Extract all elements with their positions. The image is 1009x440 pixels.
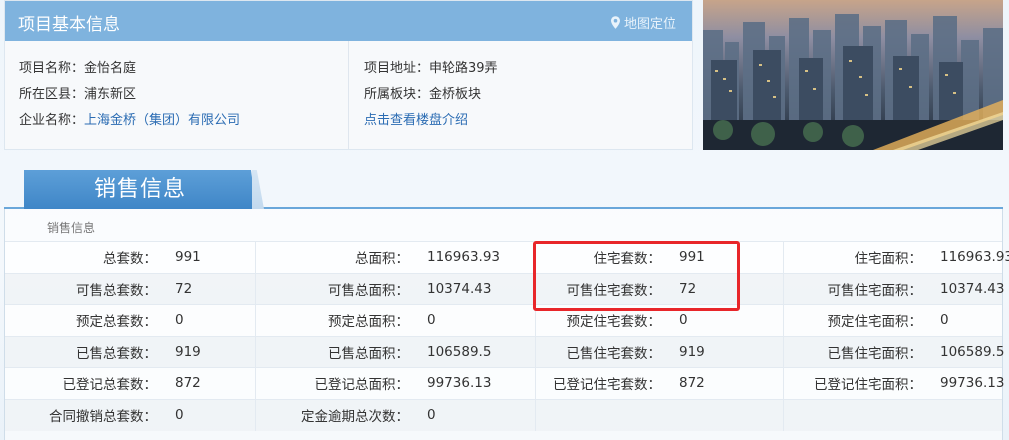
- map-pin-icon: [610, 16, 620, 29]
- cell-value: 116963.93: [940, 249, 1009, 266]
- project-info-title: 项目基本信息: [18, 15, 120, 35]
- address-value: 申轮路39弄: [429, 61, 498, 76]
- cell-label: 预定总套数：: [76, 314, 157, 331]
- cell-value: 991: [157, 241, 256, 273]
- cell-value: 0: [940, 312, 949, 329]
- cell-label: 预定住宅面积：: [827, 314, 923, 331]
- address-row: 项目地址：申轮路39弄: [364, 59, 498, 79]
- cell-value: 99736.13: [409, 367, 536, 399]
- cell-value: [922, 399, 1002, 431]
- cell-label: 总套数：: [103, 251, 157, 268]
- cell-value: 10374.43: [409, 273, 536, 305]
- city-skyline-image: [703, 0, 1003, 150]
- cell-label: 合同撤销总套数：: [49, 409, 157, 425]
- district-value: 浦东新区: [84, 87, 137, 102]
- cell-label: 可售总套数：: [76, 282, 157, 299]
- project-info-body: 项目名称：金怡名庭 所在区县：浦东新区 企业名称：上海金桥（集团）有限公司 项目…: [5, 41, 692, 149]
- tab-sales-info[interactable]: 销售信息: [24, 170, 256, 209]
- project-name-value: 金怡名庭: [84, 61, 137, 76]
- project-intro-row: 点击查看楼盘介绍: [364, 111, 468, 131]
- district-label: 所在区县：: [19, 87, 85, 102]
- sales-tab-strip: 销售信息: [4, 167, 1003, 209]
- cell-value: 919: [157, 336, 256, 368]
- sector-label: 所属板块：: [364, 87, 430, 102]
- cell-value: 991: [661, 241, 784, 273]
- cell-value: 0: [157, 399, 256, 431]
- project-name-row: 项目名称：金怡名庭: [19, 59, 136, 79]
- cell-label: 定金逾期总次数：: [301, 409, 409, 425]
- cell-value: 72: [661, 273, 784, 305]
- cell-label: 已登记总面积：: [314, 377, 410, 394]
- table-row: 已售总套数： 919 已售总面积： 106589.5 已售住宅套数： 919 已售住宅面积：…: [5, 336, 1005, 368]
- district-row: 所在区县：浦东新区: [19, 85, 136, 105]
- cell-value: 919: [661, 336, 784, 368]
- cell-label: [783, 399, 922, 431]
- cell-label: 已登记总套数：: [62, 377, 158, 394]
- cell-label: 预定住宅套数：: [566, 314, 662, 331]
- address-label: 项目地址：: [364, 61, 430, 76]
- cell-value: 10374.43: [940, 280, 1005, 297]
- cell-label: 住宅面积：: [854, 251, 923, 268]
- project-info-card: 项目基本信息 地图定位 项目名称：金怡名庭 所在区县：浦东新区 企业名称：上海金…: [4, 0, 693, 150]
- cell-value: 0: [157, 304, 256, 336]
- table-row: 总套数： 991 总面积： 116963.93 住宅套数： 991 住宅面积： 116963.…: [5, 241, 1009, 273]
- project-photo: [703, 0, 1003, 150]
- cell-value: [661, 399, 784, 431]
- cell-label: 已登记住宅面积：: [814, 377, 922, 394]
- cell-label: 可售住宅套数：: [566, 282, 662, 299]
- cell-value: 116963.93: [409, 241, 536, 273]
- cell-value: 0: [409, 304, 536, 336]
- cell-label: 已售住宅套数：: [566, 345, 662, 362]
- cell-label: 可售总面积：: [328, 282, 409, 299]
- cell-label: 住宅套数：: [593, 251, 662, 268]
- company-label: 企业名称：: [19, 113, 85, 128]
- map-location-link[interactable]: 地图定位: [610, 13, 676, 32]
- sector-row: 所属板块：金桥板块: [364, 85, 481, 105]
- cell-value: 0: [409, 399, 536, 431]
- cell-value: 0: [661, 304, 784, 336]
- project-info-left-column: 项目名称：金怡名庭 所在区县：浦东新区 企业名称：上海金桥（集团）有限公司: [5, 41, 349, 149]
- company-link[interactable]: 上海金桥（集团）有限公司: [84, 113, 240, 128]
- cell-value: 72: [157, 273, 256, 305]
- table-row: 预定总套数： 0 预定总面积： 0 预定住宅套数： 0 预定住宅面积： 0: [5, 304, 1002, 336]
- cell-label: 已售住宅面积：: [827, 345, 923, 362]
- sales-table: 总套数： 991 总面积： 116963.93 住宅套数： 991 住宅面积： 116963.…: [5, 241, 1009, 431]
- table-row: 合同撤销总套数： 0 定金逾期总次数： 0: [5, 399, 1002, 431]
- project-intro-link[interactable]: 点击查看楼盘介绍: [364, 113, 468, 128]
- company-row: 企业名称：上海金桥（集团）有限公司: [19, 111, 240, 131]
- cell-value: 872: [157, 367, 256, 399]
- sector-value: 金桥板块: [429, 87, 482, 102]
- cell-value: 106589.5: [409, 336, 536, 368]
- project-name-label: 项目名称：: [19, 61, 85, 76]
- cell-label: 已售总套数：: [76, 345, 157, 362]
- project-info-header: 项目基本信息 地图定位: [5, 1, 692, 41]
- sales-caption: 销售信息: [47, 221, 96, 235]
- cell-label: 已售总面积：: [328, 345, 409, 362]
- cell-label: 可售住宅面积：: [827, 282, 923, 299]
- cell-value: 99736.13: [940, 375, 1005, 392]
- cell-value: 872: [661, 367, 784, 399]
- table-row: 已登记总套数： 872 已登记总面积： 99736.13 已登记住宅套数： 872 已登记住…: [5, 367, 1005, 399]
- cell-label: 预定总面积：: [328, 314, 409, 331]
- cell-label: [535, 399, 661, 431]
- sales-info-panel: 销售信息 总套数： 991 总面积： 116963.93 住宅套数： 991 住宅面积： 11…: [4, 209, 1009, 440]
- cell-label: 总面积：: [355, 251, 409, 268]
- map-location-label: 地图定位: [623, 17, 676, 32]
- tab-corner-decoration: [252, 170, 264, 209]
- sales-table-body: 总套数： 991 总面积： 116963.93 住宅套数： 991 住宅面积： 116963.…: [5, 241, 1009, 431]
- cell-label: 已登记住宅套数：: [553, 377, 661, 394]
- project-info-right-column: 项目地址：申轮路39弄 所属板块：金桥板块 点击查看楼盘介绍: [350, 41, 692, 149]
- cell-value: 106589.5: [940, 343, 1005, 360]
- table-row: 可售总套数： 72 可售总面积： 10374.43 可售住宅套数： 72 可售住宅面积： 10…: [5, 273, 1005, 305]
